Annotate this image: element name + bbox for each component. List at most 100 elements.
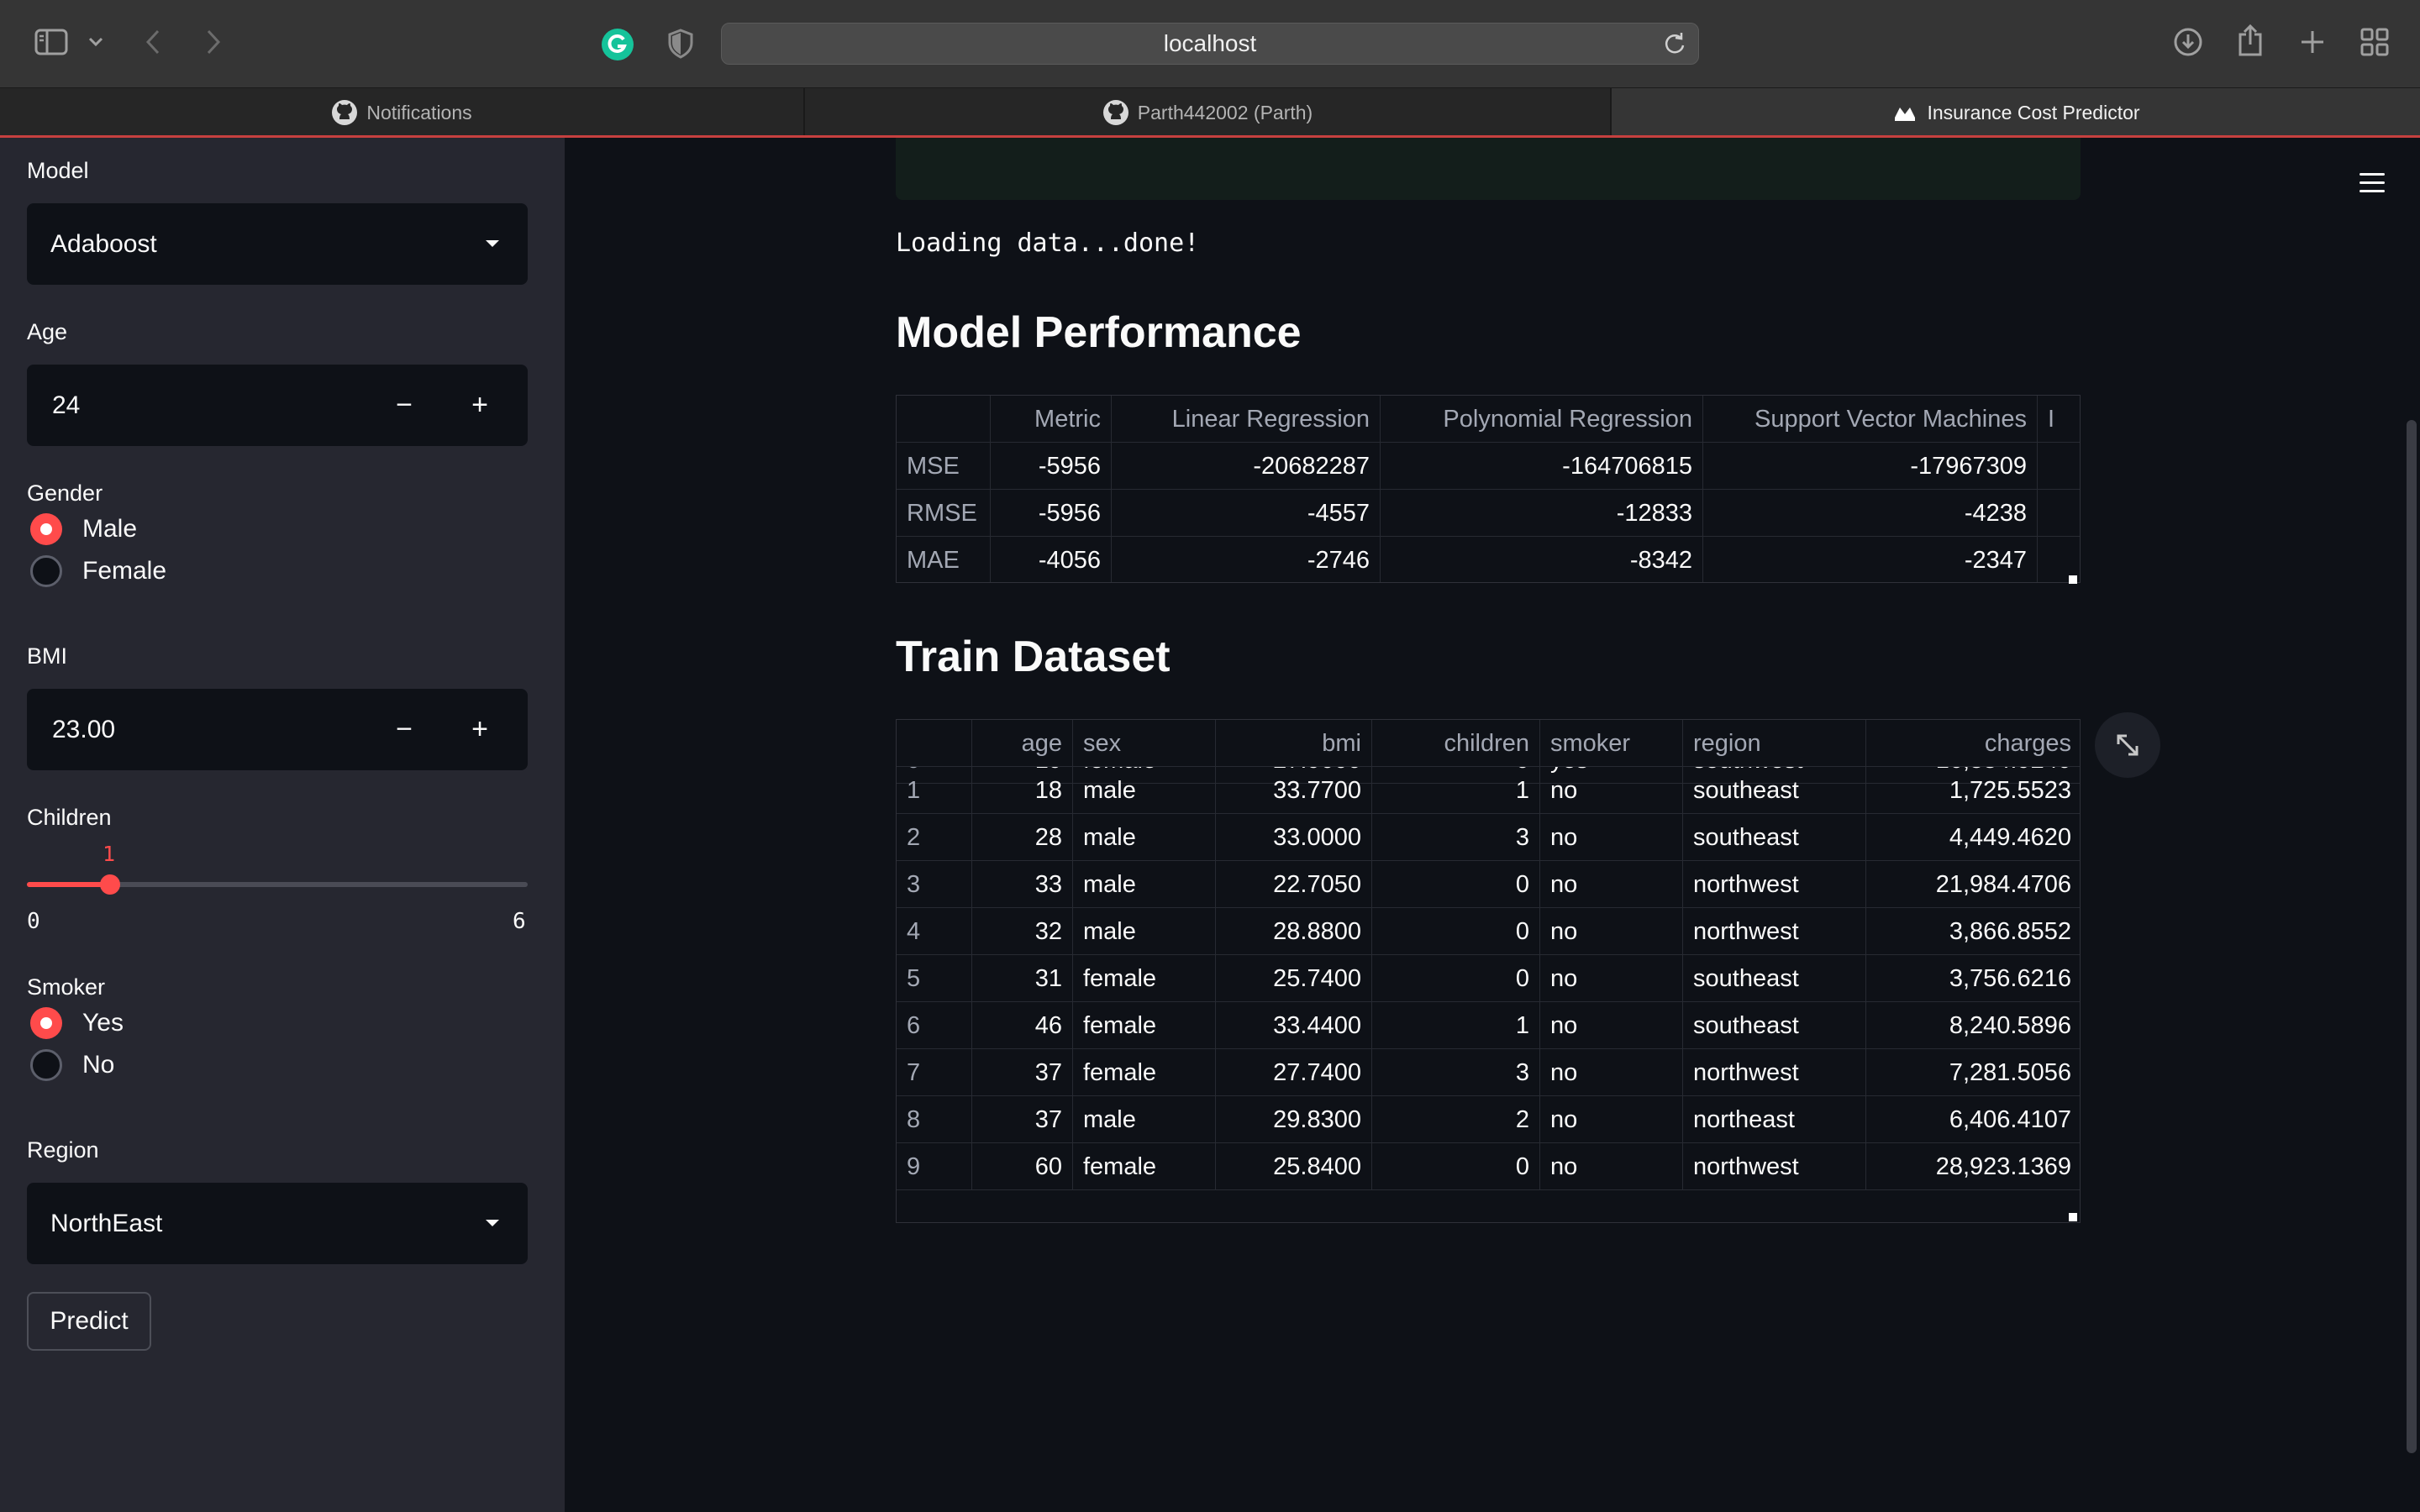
table-cell: -4557 <box>1112 490 1381 537</box>
new-tab-icon[interactable] <box>2296 25 2329 59</box>
fullscreen-expand-button[interactable] <box>2095 712 2160 778</box>
table-cell: female <box>1073 1049 1216 1096</box>
header-cell[interactable]: Metric <box>991 396 1112 443</box>
bmi-label: BMI <box>27 643 68 669</box>
table-cell: no <box>1540 767 1683 814</box>
region-select[interactable]: NorthEast <box>27 1183 528 1264</box>
table-cell: 1 <box>1372 1002 1540 1049</box>
browser-toolbar: localhost <box>0 0 2420 87</box>
header-cell[interactable]: age <box>972 720 1073 767</box>
header-cell[interactable]: Polynomial Regression <box>1381 396 1703 443</box>
back-icon[interactable] <box>138 25 168 59</box>
caret-down-icon <box>486 1220 499 1226</box>
table-cell: 25.7400 <box>1216 955 1372 1002</box>
tab-insurance-cost-predictor[interactable]: Insurance Cost Predictor <box>1612 88 2420 137</box>
tab-notifications[interactable]: Notifications <box>0 88 805 137</box>
children-slider-fill <box>27 882 110 887</box>
table-cell: 3 <box>1372 814 1540 861</box>
table-cell: male <box>1073 814 1216 861</box>
table-cell: 18 <box>972 767 1073 814</box>
age-increment-button[interactable]: + <box>442 365 518 446</box>
table-cell: 60 <box>972 1143 1073 1190</box>
radio-label: Female <box>82 557 167 585</box>
tab-overview-icon[interactable] <box>2358 25 2391 59</box>
table-cell: -17967309 <box>1703 443 2038 490</box>
model-label: Model <box>27 158 89 183</box>
table-cell: 1,725.5523 <box>1949 777 2071 804</box>
download-icon[interactable] <box>2171 25 2205 59</box>
gender-option-female[interactable]: Female <box>30 554 166 588</box>
header-cell[interactable]: sex <box>1073 720 1216 767</box>
age-number-input[interactable]: 24 − + <box>27 365 528 446</box>
header-cell[interactable]: bmi <box>1216 720 1372 767</box>
bmi-decrement-button[interactable]: − <box>366 689 442 770</box>
table-row: 7 37 female 27.7400 3 no northwest 7,281.5056 <box>897 1049 2080 1096</box>
smoker-label: Smoker <box>27 974 106 1000</box>
table-cell: 22.7050 <box>1216 861 1372 908</box>
table-cell: northwest <box>1683 908 1866 955</box>
address-bar[interactable]: localhost <box>721 23 1699 65</box>
table-row: 4 32 male 28.8800 0 no northwest 3,866.8552 <box>897 908 2080 955</box>
share-icon[interactable] <box>2233 22 2267 59</box>
sidebar-icon[interactable] <box>32 25 71 59</box>
table-row: 8 37 male 29.8300 2 no northeast 6,406.4107 <box>897 1096 2080 1143</box>
tab-github-profile[interactable]: Parth442002 (Parth) <box>805 88 1612 137</box>
header-cell[interactable]: I <box>2038 396 2080 443</box>
radio-label: Yes <box>82 1009 124 1037</box>
header-cell <box>897 396 991 443</box>
table-cell: 28.8800 <box>1216 908 1372 955</box>
table-row: 6 46 female 33.4400 1 no southeast 8,240.5896 <box>897 1002 2080 1049</box>
radio-label: Male <box>82 515 138 543</box>
chevron-down-icon[interactable] <box>84 30 108 54</box>
bmi-number-input[interactable]: 23.00 − + <box>27 689 528 770</box>
header-cell[interactable]: smoker <box>1540 720 1683 767</box>
loading-status-text: Loading data...done! <box>896 228 1200 258</box>
smoker-option-yes[interactable]: Yes <box>30 1006 124 1040</box>
header-cell[interactable]: Linear Regression <box>1112 396 1381 443</box>
hamburger-menu-icon[interactable] <box>2360 173 2385 193</box>
table-cell: 21,984.4706 <box>1935 871 2071 898</box>
table-cell: 27.7400 <box>1216 1049 1372 1096</box>
table-row: MAE -4056 -2746 -8342 -2347 <box>897 537 2080 582</box>
resize-handle[interactable] <box>2069 1213 2077 1221</box>
resize-handle[interactable] <box>2069 575 2077 584</box>
bmi-value[interactable]: 23.00 <box>52 689 115 770</box>
table-row: 9 60 female 25.8400 0 no northwest 28,923.1369 <box>897 1143 2080 1190</box>
header-cell[interactable]: Support Vector Machines <box>1703 396 2038 443</box>
table-cell: -4056 <box>991 537 1112 582</box>
forward-icon[interactable] <box>198 25 229 59</box>
row-index: RMSE <box>897 490 991 537</box>
grammarly-icon[interactable] <box>600 27 635 62</box>
region-select-value: NorthEast <box>50 1210 163 1237</box>
table-cell: 0 <box>1372 1143 1540 1190</box>
header-cell[interactable]: children <box>1372 720 1540 767</box>
row-index: 3 <box>897 861 972 908</box>
predict-button[interactable]: Predict <box>27 1292 151 1351</box>
age-value[interactable]: 24 <box>52 365 80 446</box>
row-index: 6 <box>897 1002 972 1049</box>
table-cell: 37 <box>972 1096 1073 1143</box>
table-cell: 25.8400 <box>1216 1143 1372 1190</box>
header-cell[interactable]: region <box>1683 720 1866 767</box>
table-cell: 0 <box>1372 908 1540 955</box>
model-performance-table[interactable]: Metric Linear Regression Polynomial Regr… <box>896 395 2081 583</box>
table-cell: -2746 <box>1112 537 1381 582</box>
page-scrollbar[interactable] <box>2407 420 2417 1453</box>
table-cell: southeast <box>1683 955 1866 1002</box>
table-cell: 3 <box>1372 1049 1540 1096</box>
bmi-increment-button[interactable]: + <box>442 689 518 770</box>
children-slider-thumb[interactable] <box>100 874 120 895</box>
reload-icon[interactable] <box>1663 32 1686 55</box>
header-cell[interactable]: charges <box>1866 720 2080 767</box>
age-decrement-button[interactable]: − <box>366 365 442 446</box>
tab-bar: Notifications Parth442002 (Parth) Insura… <box>0 87 2420 137</box>
smoker-option-no[interactable]: No <box>30 1048 114 1082</box>
gender-option-male[interactable]: Male <box>30 512 137 546</box>
table-cell: -8342 <box>1381 537 1703 582</box>
model-select[interactable]: Adaboost <box>27 203 528 285</box>
table-cell: no <box>1540 814 1683 861</box>
privacy-shield-icon[interactable] <box>664 27 697 60</box>
table-cell: male <box>1073 1096 1216 1143</box>
train-dataset-table[interactable]: 0 19 female 27.9000 0 yes southwest 16,8… <box>896 719 2081 1223</box>
children-slider-value: 1 <box>103 842 116 866</box>
